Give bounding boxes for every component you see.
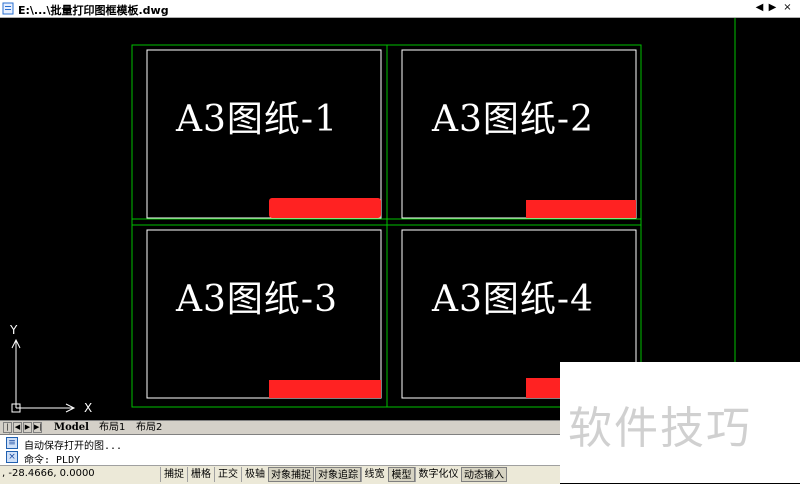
- scroll-right-icon[interactable]: ▶: [767, 1, 778, 15]
- command-history-line: 自动保存打开的图...: [24, 441, 123, 452]
- model-toggle[interactable]: 模型: [388, 467, 415, 482]
- cursor-coordinates: , -28.4666, 0.0000: [2, 468, 95, 479]
- lineweight-toggle[interactable]: 线宽: [361, 467, 387, 482]
- tab-next-icon[interactable]: ▶: [23, 422, 32, 433]
- redacted-title-block-2: [526, 200, 636, 218]
- tab-layout2[interactable]: 布局2: [136, 421, 162, 434]
- command-window-icon[interactable]: ≡: [6, 437, 18, 449]
- title-bar: E:\...\批量打印图框模板.dwg ◀ ▶ ×: [0, 0, 800, 18]
- tab-prev-icon[interactable]: ◀: [13, 422, 22, 433]
- tab-last-icon[interactable]: ▶|: [33, 422, 42, 433]
- sheet-label-4: A3图纸-4: [432, 279, 594, 320]
- tab-first-icon[interactable]: |◀: [3, 422, 12, 440]
- osnap-toggle[interactable]: 对象捕捉: [268, 467, 314, 482]
- status-bar: , -28.4666, 0.0000 捕捉 栅格 正交 极轴 对象捕捉 对象追踪…: [0, 465, 560, 484]
- layout-tab-bar: |◀ ◀ ▶ ▶| Model 布局1 布局2: [0, 420, 560, 440]
- ucs-y-label: Y: [9, 323, 18, 337]
- snap-toggle[interactable]: 捕捉: [160, 467, 187, 482]
- dynamic-input-toggle[interactable]: 动态输入: [461, 467, 507, 482]
- ortho-toggle[interactable]: 正交: [214, 467, 241, 482]
- close-icon[interactable]: ×: [782, 1, 793, 15]
- drawing-lines: Y X: [9, 18, 736, 420]
- tab-model[interactable]: Model: [54, 421, 89, 434]
- otrack-toggle[interactable]: 对象追踪: [315, 467, 361, 482]
- dwg-file-icon: [2, 2, 14, 15]
- ucs-x-label: X: [84, 401, 92, 415]
- scroll-left-icon[interactable]: ◀: [754, 1, 765, 15]
- tablet-toggle[interactable]: 数字化仪: [415, 467, 461, 482]
- command-window[interactable]: ≡ × 自动保存打开的图... 命令: PLDY: [0, 434, 560, 466]
- grid-toggle[interactable]: 栅格: [187, 467, 214, 482]
- sheet-label-1: A3图纸-1: [176, 99, 338, 140]
- redacted-title-block-3: [269, 380, 381, 398]
- watermark-text: 软件技巧: [568, 403, 752, 454]
- drawing-canvas[interactable]: Y X A3图纸-1 A3图纸-2 A3图纸-3 A3图纸-4: [4, 18, 800, 420]
- command-prompt-line[interactable]: 命令: PLDY: [24, 451, 80, 466]
- close-command-icon[interactable]: ×: [6, 451, 18, 463]
- redacted-title-block-1: [269, 198, 381, 218]
- window-title: E:\...\批量打印图框模板.dwg: [18, 4, 169, 17]
- tab-layout1[interactable]: 布局1: [99, 421, 125, 434]
- sheet-label-2: A3图纸-2: [432, 99, 594, 140]
- sheet-label-3: A3图纸-3: [176, 279, 338, 320]
- polar-toggle[interactable]: 极轴: [241, 467, 268, 482]
